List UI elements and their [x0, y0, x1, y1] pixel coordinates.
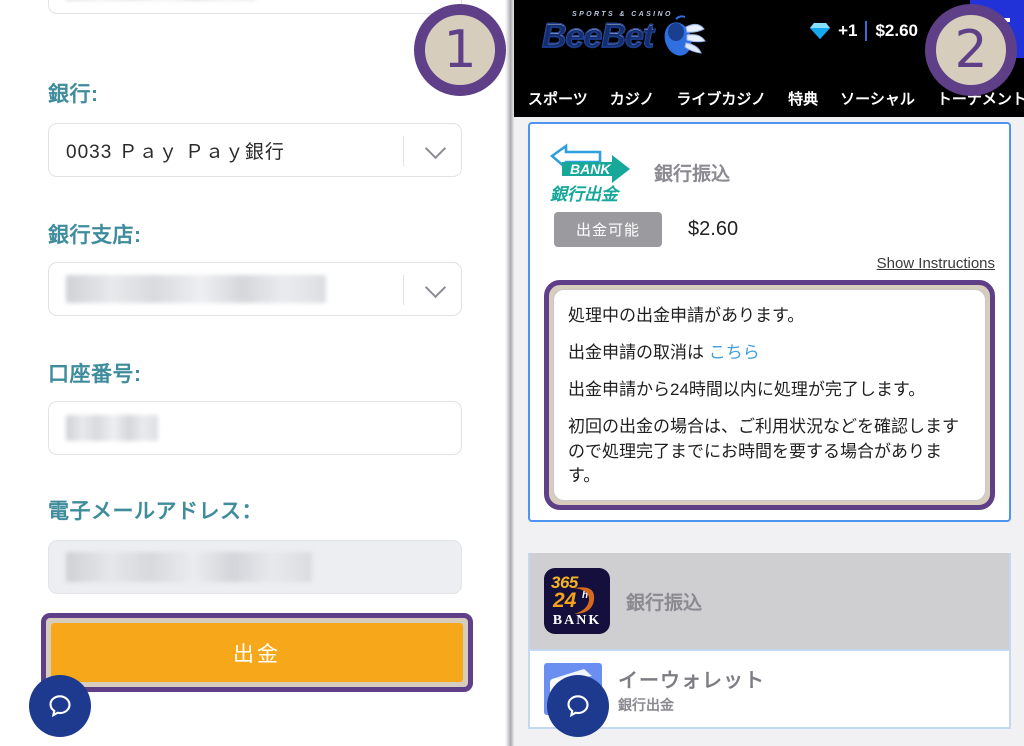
card-title: 銀行振込 [654, 163, 731, 185]
beebet-logo[interactable]: SPORTS & CASINO BeeBet [528, 9, 708, 61]
chat-bubble-glyph [567, 695, 589, 718]
notice-line-4: 初回の出金の場合は、ご利用状況などを確認しますので処理完了までにお時間を要する場… [568, 417, 959, 485]
chevron-down-icon [424, 137, 447, 160]
logo-wordmark: BeeBet [541, 16, 654, 55]
ewallet-text-group: イーウォレット 銀行出金 [618, 664, 765, 715]
gem-count: +1 [838, 21, 858, 40]
chevron-down-icon [424, 276, 447, 299]
nav-item-casino[interactable]: カジノ [610, 88, 655, 109]
bank365-row-inner: 365 24 h BANK 銀行振込 [530, 553, 1009, 649]
nav-item-live-casino[interactable]: ライブカジノ [676, 88, 766, 109]
bee-mascot-icon [664, 15, 706, 56]
chat-bubble-icon[interactable] [29, 675, 91, 737]
masked-value [66, 552, 312, 582]
notice-line-3: 出金申請から24時間以内に処理が完了します。 [568, 380, 926, 400]
bank-branch-select[interactable] [48, 262, 462, 316]
main-navigation: スポーツ カジノ ライブカジノ 特典 ソーシャル トーナメント [514, 88, 1024, 109]
diamond-gem-icon [810, 23, 831, 39]
screenshot-root: 銀行: 0033 Ｐａｙ Ｐａｙ銀行 銀行支店: 口座番号: 電子メールアドレス… [0, 0, 1024, 746]
step-badge-1: 1 [414, 4, 506, 96]
bank-branch-label: 銀行支店: [48, 224, 142, 247]
pending-withdrawal-notice: 処理中の出金申請があります。 出金申請の取消は こちら 出金申請から24時間以内… [553, 289, 986, 501]
account-number-label: 口座番号: [48, 363, 142, 386]
balance-divider [865, 21, 868, 41]
bank365-transfer-row[interactable]: 365 24 h BANK 銀行振込 [528, 553, 1011, 651]
account-balance: $2.60 [875, 21, 918, 40]
withdraw-button-highlight: 出金 [41, 613, 473, 692]
email-label: 電子メールアドレス： [48, 500, 263, 523]
bank365-row-title: 銀行振込 [626, 592, 703, 614]
nav-item-social[interactable]: ソーシャル [840, 88, 915, 109]
svg-text:BANK: BANK [570, 161, 611, 177]
nav-item-sports[interactable]: スポーツ [528, 88, 588, 109]
cancel-request-link[interactable]: こちら [709, 343, 760, 362]
notice-line-2-prefix: 出金申請の取消は [568, 343, 709, 363]
ewallet-title: イーウォレット [618, 669, 765, 692]
svg-text:銀行出金: 銀行出金 [550, 185, 621, 204]
notice-box-highlight: 処理中の出金申請があります。 出金申請の取消は こちら 出金申請から24時間以内… [544, 280, 995, 510]
bank-transfer-card[interactable]: BANK 銀行出金 銀行振込 出金可能 $2.60 Show Instructi… [528, 122, 1011, 522]
masked-value [66, 275, 326, 303]
ewallet-subtitle: 銀行出金 [618, 696, 674, 713]
show-instructions-link[interactable]: Show Instructions [544, 255, 995, 272]
email-field[interactable] [48, 540, 462, 594]
card-status-row: 出金可能 $2.60 [554, 212, 995, 247]
masked-value [66, 415, 158, 441]
bank-withdrawal-icon: BANK 銀行出金 [549, 143, 630, 204]
withdrawal-form-panel: 銀行: 0033 Ｐａｙ Ｐａｙ銀行 銀行支店: 口座番号: 電子メールアドレス… [0, 0, 512, 746]
card-amount: $2.60 [688, 218, 739, 240]
card-header: BANK 銀行出金 銀行振込 [544, 136, 995, 208]
chat-bubble-icon[interactable] [547, 675, 609, 737]
notice-line-2: 出金申請の取消は こちら [568, 341, 971, 365]
bank-label: 銀行: [48, 83, 99, 106]
status-badge: 出金可能 [554, 212, 663, 247]
masked-field-top[interactable] [48, 0, 462, 14]
bank-select-value: 0033 Ｐａｙ Ｐａｙ銀行 [66, 141, 285, 163]
notice-line-1: 処理中の出金申請があります。 [568, 306, 805, 325]
withdraw-submit-button[interactable]: 出金 [51, 623, 463, 682]
step-badge-2: 2 [925, 4, 1017, 96]
account-number-input[interactable] [48, 401, 462, 455]
chat-bubble-glyph [49, 695, 71, 718]
logo-bank-text: BANK [552, 613, 602, 628]
select-divider [403, 136, 404, 166]
select-divider [403, 275, 404, 305]
nav-item-bonus[interactable]: 特典 [788, 88, 818, 109]
panel-divider [505, 0, 514, 746]
beebet-app-panel: SPORTS & CASINO BeeBet +1 $2.60 スポーツ カジノ… [514, 0, 1024, 746]
bank-select[interactable]: 0033 Ｐａｙ Ｐａｙ銀行 [48, 123, 462, 177]
bank365-logo-icon: 365 24 h BANK [544, 568, 610, 634]
header-balance-group: +1 $2.60 [810, 21, 918, 41]
